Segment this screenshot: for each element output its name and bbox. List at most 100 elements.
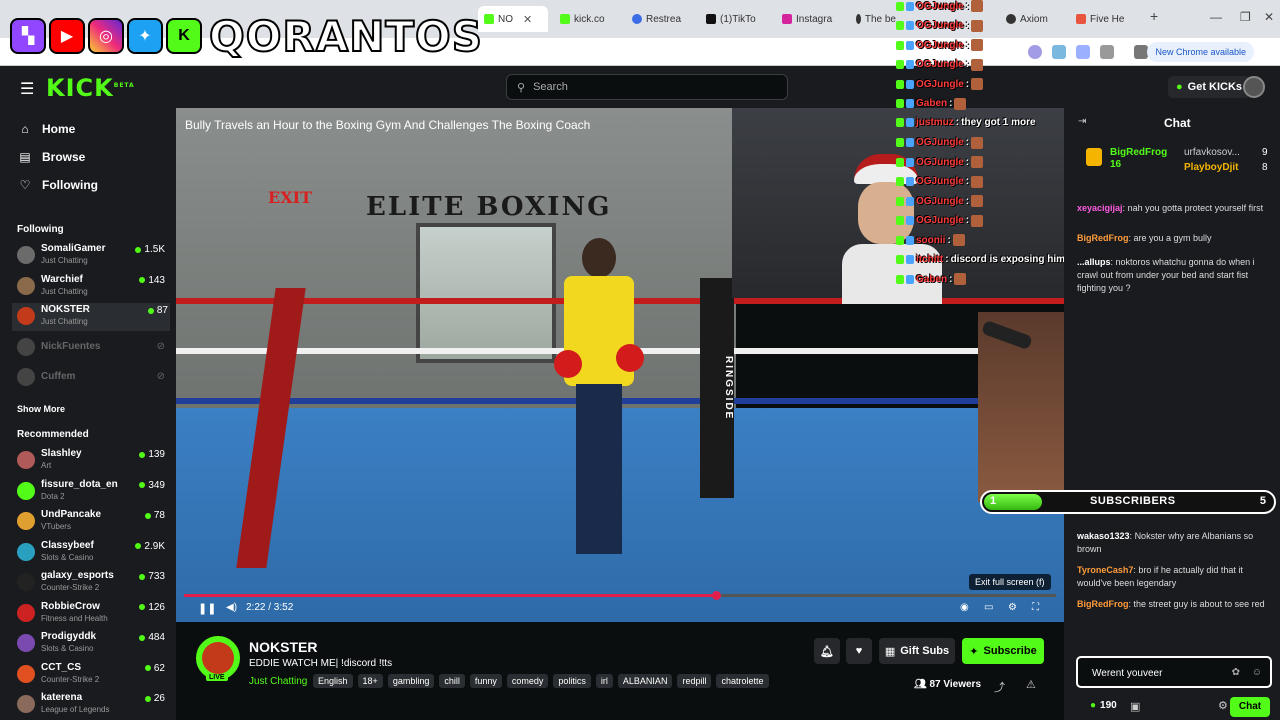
stream-tag[interactable]: chill <box>439 674 465 688</box>
gifter-name: urfavkosov... <box>1184 147 1240 158</box>
channel-viewers: 139 <box>139 449 165 460</box>
maximize-icon[interactable]: ❐ <box>1240 10 1251 24</box>
chat-username[interactable]: BigRedFrog <box>1077 233 1129 243</box>
send-chat-button[interactable]: Chat <box>1230 697 1270 717</box>
chat-text: the street guy is about to see red <box>1133 599 1265 609</box>
chrome-update-button[interactable]: New Chrome available <box>1147 42 1254 62</box>
sidebar-channel[interactable]: fissure_dota_en Dota 2 349 <box>17 478 167 506</box>
separator: : <box>965 156 970 168</box>
overlay-chat-line: OGJungle: <box>896 195 984 207</box>
search-input[interactable]: ⚲ Search <box>506 74 788 100</box>
close-tab-icon[interactable]: ✕ <box>523 13 532 26</box>
chat-message-input[interactable]: Werent youveer ✿ ☺ <box>1076 656 1272 688</box>
nav-home[interactable]: ⌂ Home <box>18 122 75 136</box>
gift-subs-button[interactable]: ▦ Gift Subs <box>879 638 955 664</box>
collapse-chat-icon[interactable]: ⇥ <box>1078 116 1086 127</box>
chat-username[interactable]: xeyacigijaj <box>1077 203 1123 213</box>
viewer-count: 1.5K <box>144 244 165 255</box>
sidebar-channel[interactable]: NickFuentes ⊘ <box>17 334 167 362</box>
chat-username[interactable]: ...allups <box>1077 257 1111 267</box>
stream-tag[interactable]: funny <box>469 674 502 688</box>
volume-icon[interactable]: ◀) <box>226 602 237 613</box>
stream-tag[interactable]: chatrolette <box>716 674 769 688</box>
get-kicks-button[interactable]: ● Get KICKs <box>1168 76 1251 98</box>
menu-icon[interactable]: ☰ <box>20 79 34 99</box>
extension-icon[interactable] <box>1052 45 1066 59</box>
sidebar-channel[interactable]: Cuffem ⊘ <box>17 364 167 392</box>
nav-browse[interactable]: ▤ Browse <box>18 150 85 164</box>
channel-category: Just Chatting <box>41 317 88 326</box>
browser-tab[interactable]: (1)TikTo <box>706 8 772 30</box>
stream-tag[interactable]: ALBANIAN <box>617 674 673 688</box>
follow-button[interactable]: ♥ <box>846 638 872 664</box>
chat-username[interactable]: BigRedFrog <box>1077 599 1129 609</box>
new-tab-icon[interactable]: + <box>1150 8 1158 24</box>
captions-icon[interactable]: ▭ <box>984 602 993 613</box>
stream-tag[interactable]: gambling <box>387 674 435 688</box>
browser-tab[interactable]: Instagra <box>782 8 846 30</box>
channel-viewers: 78 <box>144 510 165 521</box>
subscribe-button[interactable]: ✦ Subscribe <box>962 638 1044 664</box>
fullscreen-icon[interactable]: ⛶ <box>1032 602 1039 613</box>
browser-tab[interactable]: kick.co <box>560 8 620 30</box>
sidebar-channel[interactable]: CCT_CS Counter-Strike 2 62 <box>17 661 167 689</box>
sidebar-channel[interactable]: Warchief Just Chatting 143 <box>17 273 167 301</box>
channel-category: Counter-Strike 2 <box>41 674 100 684</box>
chat-username[interactable]: wakaso1323 <box>1077 531 1130 541</box>
progress-handle[interactable] <box>711 591 721 600</box>
browser-tab-active[interactable]: NO ✕ <box>478 6 548 32</box>
separator: : <box>955 117 960 128</box>
stream-tag[interactable]: politics <box>553 674 591 688</box>
extension-icon[interactable] <box>1076 45 1090 59</box>
report-icon[interactable]: ⚠ <box>1026 678 1036 691</box>
share-icon[interactable]: ⤴ <box>994 679 1005 695</box>
channel-viewers: 484 <box>139 632 165 643</box>
gift-icon[interactable]: ▣ <box>1130 700 1140 713</box>
kick-badge-icon <box>896 196 904 206</box>
sidebar-channel[interactable]: NOKSTER Just Chatting 87 <box>12 303 170 331</box>
media-icon[interactable] <box>1134 45 1148 59</box>
browser-tab[interactable]: Axiom <box>1006 8 1066 30</box>
streamer-name[interactable]: NOKSTER <box>249 639 317 655</box>
toggle-icon[interactable]: ◉ <box>960 602 969 613</box>
puzzle-icon[interactable] <box>1100 45 1114 59</box>
show-more-button[interactable]: Show More <box>17 404 65 414</box>
chat-settings-icon[interactable]: ⚙ <box>1218 699 1228 712</box>
chat-username[interactable]: TyroneCash7 <box>1077 565 1133 575</box>
extension-icon[interactable] <box>1028 45 1042 59</box>
user-avatar[interactable] <box>1243 76 1265 98</box>
sidebar-channel[interactable]: SomaliGamer Just Chatting 1.5K <box>17 242 167 270</box>
video-progress-bar[interactable] <box>184 591 1056 600</box>
sidebar-channel[interactable]: katerena League of Legends 26 <box>17 691 167 719</box>
sidebar-channel[interactable]: RobbieCrow Fitness and Health 126 <box>17 600 167 628</box>
emoji-icon[interactable]: ☺ <box>1252 667 1262 678</box>
sidebar-channel[interactable]: Prodigyddk Slots & Casino 484 <box>17 630 167 658</box>
browser-tab[interactable]: Restrea <box>632 8 696 30</box>
gifter-name: PlayboyDjit <box>1184 162 1239 173</box>
stream-tag[interactable]: comedy <box>506 674 549 688</box>
overlay-chat-line: soonii: <box>896 234 965 246</box>
notification-bell-button[interactable]: 🔔︎ <box>814 638 840 664</box>
kick-logo[interactable]: KICKBETA <box>46 74 135 102</box>
settings-icon[interactable]: ⚙ <box>1008 602 1017 613</box>
stream-tag[interactable]: 18+ <box>357 674 383 688</box>
kicks-balance[interactable]: ● 190 <box>1090 700 1117 711</box>
nav-following[interactable]: ♡ Following <box>18 178 98 192</box>
emote-picker-icon[interactable]: ✿ <box>1232 667 1240 678</box>
channel-avatar <box>17 603 35 622</box>
chat-text: are you a gym bully <box>1133 233 1212 243</box>
sidebar-channel[interactable]: UndPancake VTubers 78 <box>17 508 167 536</box>
minimize-icon[interactable]: — <box>1210 10 1222 24</box>
sidebar-channel[interactable]: Classybeef Slots & Casino 2.9K <box>17 539 167 567</box>
stream-tag[interactable]: English <box>313 674 353 688</box>
close-window-icon[interactable]: ✕ <box>1264 10 1274 24</box>
browser-tab[interactable]: Five He <box>1076 8 1136 30</box>
sidebar-channel[interactable]: Slashley Art 139 <box>17 447 167 475</box>
stream-tag[interactable]: irl <box>595 674 613 688</box>
channel-name: galaxy_esports <box>41 570 114 581</box>
browser-tab[interactable]: The be <box>856 8 896 30</box>
sidebar-channel[interactable]: galaxy_esports Counter-Strike 2 733 <box>17 569 167 597</box>
stream-tag[interactable]: redpill <box>677 674 712 688</box>
pause-icon[interactable]: ❚❚ <box>198 602 216 615</box>
stream-category[interactable]: Just Chatting <box>249 676 307 687</box>
